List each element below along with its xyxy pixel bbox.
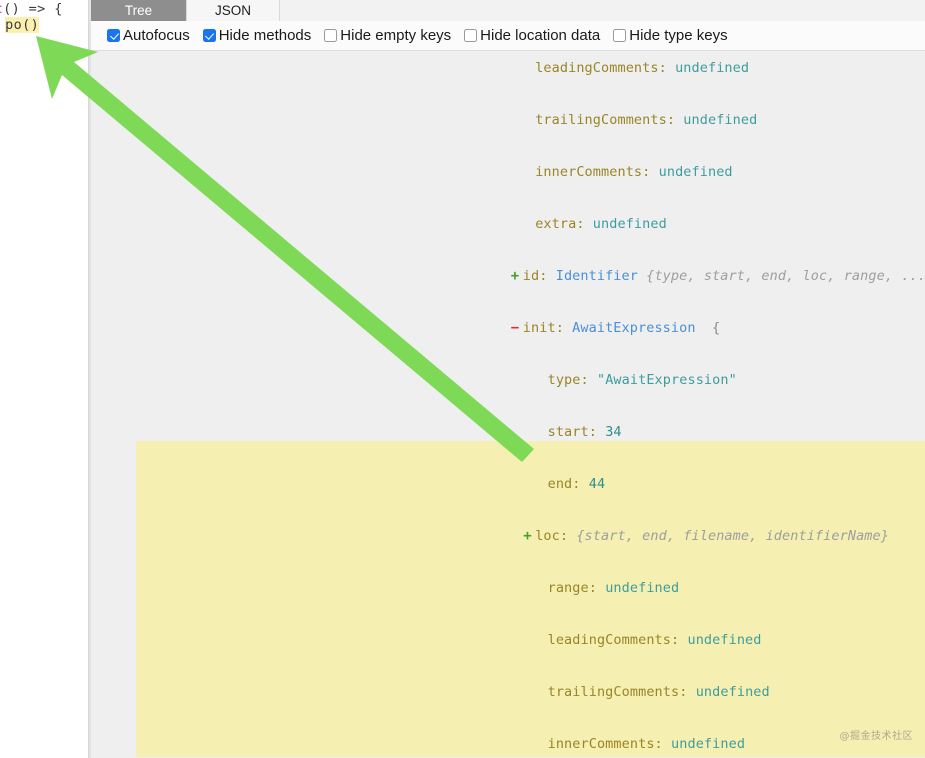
tab-tree[interactable]: Tree xyxy=(91,0,187,21)
ast-node-type-link[interactable]: AwaitExpression xyxy=(572,320,695,336)
ast-row-content: loc: {start, end, filename, identifierNa… xyxy=(535,523,889,549)
ast-node-preview: {type, start, end, loc, range, ... +5} xyxy=(646,268,925,284)
ast-node-key: innerComments: xyxy=(547,736,672,752)
ast-tree-row[interactable]: leadingComments: undefined xyxy=(91,627,925,653)
ast-node-string-value: "AwaitExpression" xyxy=(596,372,737,388)
ast-node-undefined-value: undefined xyxy=(658,164,733,180)
option-hide-methods-label: Hide methods xyxy=(218,27,312,44)
tab-bar: Tree JSON xyxy=(91,0,925,21)
ast-row-content: innerComments: undefined xyxy=(548,731,745,757)
ast-tree-row[interactable]: innerComments: undefined xyxy=(91,159,925,185)
ast-row-content: id: Identifier {type, start, end, loc, r… xyxy=(523,263,925,289)
ast-row-content: leadingComments: undefined xyxy=(535,55,749,81)
ast-row-content: range: undefined xyxy=(548,575,680,601)
option-hide-location-data-label: Hide location data xyxy=(480,27,601,44)
code-line-2: c po() xyxy=(0,17,40,33)
opening-brace: { xyxy=(695,320,721,336)
ast-tree-row[interactable]: end: 44 xyxy=(91,471,925,497)
checkbox-autofocus[interactable] xyxy=(107,29,120,42)
ast-tree-row[interactable]: leadingComments: undefined xyxy=(91,55,925,81)
ast-node-key: trailingComments: xyxy=(535,112,684,128)
ast-row-content: init: AwaitExpression { xyxy=(523,315,720,341)
option-hide-methods[interactable]: Hide methods xyxy=(202,27,312,44)
tab-json[interactable]: JSON xyxy=(187,0,280,21)
checkbox-hide-type-keys[interactable] xyxy=(613,29,627,42)
ast-node-key: init: xyxy=(522,320,573,336)
ast-tree-rows: leadingComments: undefined trailingCommen… xyxy=(91,55,925,757)
ast-tree-row[interactable]: start: 34 xyxy=(91,419,925,445)
checkbox-hide-empty-keys[interactable] xyxy=(324,29,338,42)
ast-node-preview: {start, end, filename, identifierName} xyxy=(576,528,889,544)
ast-node-undefined-value: undefined xyxy=(695,684,770,700)
code-token-arrow: () => { xyxy=(3,1,63,17)
checkbox-hide-methods[interactable] xyxy=(202,29,216,42)
ast-node-key: trailingComments: xyxy=(547,684,696,700)
ast-tree-row[interactable]: + id: Identifier {type, start, end, loc, … xyxy=(91,263,925,289)
option-hide-empty-keys[interactable]: Hide empty keys xyxy=(324,27,451,44)
tab-bar-filler xyxy=(280,0,925,21)
ast-tree-row[interactable]: trailingComments: undefined xyxy=(91,679,925,705)
ast-row-content: extra: undefined xyxy=(535,211,667,237)
option-hide-empty-keys-label: Hide empty keys xyxy=(340,27,452,44)
ast-node-key: end: xyxy=(547,476,589,492)
ast-row-content: trailingComments: undefined xyxy=(548,679,770,705)
option-hide-type-keys-label: Hide type keys xyxy=(629,27,728,44)
ast-node-key: extra: xyxy=(535,216,593,232)
ast-node-undefined-value: undefined xyxy=(683,112,758,128)
ast-row-content: innerComments: undefined xyxy=(535,159,732,185)
code-editor-pane[interactable]: nc() => { c po() xyxy=(0,0,88,758)
ast-node-undefined-value: undefined xyxy=(605,580,680,596)
watermark: @掘金技术社区 xyxy=(839,731,913,742)
ast-node-key: leadingComments: xyxy=(547,632,688,648)
ast-row-content: end: 44 xyxy=(548,471,606,497)
checkbox-hide-location-data[interactable] xyxy=(464,29,478,42)
expand-icon[interactable]: + xyxy=(511,263,520,289)
ast-row-content: trailingComments: undefined xyxy=(535,107,757,133)
options-toolbar: Autofocus Hide methods Hide empty keys H… xyxy=(91,21,925,51)
screen-root: nc() => { c po() Tree JSON Autofocus Hid… xyxy=(0,0,925,758)
ast-node-key: start: xyxy=(547,424,606,440)
option-hide-type-keys[interactable]: Hide type keys xyxy=(613,27,728,44)
ast-tree-row[interactable]: type: "AwaitExpression" xyxy=(91,367,925,393)
ast-tree-row[interactable]: range: undefined xyxy=(91,575,925,601)
ast-inspector-panel: Tree JSON Autofocus Hide methods Hide em… xyxy=(91,0,925,758)
ast-tree[interactable]: leadingComments: undefined trailingCommen… xyxy=(91,51,925,757)
ast-row-content: type: "AwaitExpression" xyxy=(548,367,737,393)
ast-node-key: innerComments: xyxy=(535,164,659,180)
ast-tree-row[interactable]: trailingComments: undefined xyxy=(91,107,925,133)
code-token-selected[interactable]: po() xyxy=(5,17,40,33)
ast-node-undefined-value: undefined xyxy=(687,632,762,648)
ast-node-key: id: xyxy=(522,268,556,284)
option-autofocus-label: Autofocus xyxy=(123,27,190,44)
ast-tree-row[interactable]: + loc: {start, end, filename, identifierN… xyxy=(91,523,925,549)
option-autofocus[interactable]: Autofocus xyxy=(107,27,190,44)
collapse-icon[interactable]: − xyxy=(511,315,520,341)
ast-node-number-value: 44 xyxy=(588,476,606,492)
ast-node-undefined-value: undefined xyxy=(675,60,750,76)
ast-node-key: leadingComments: xyxy=(535,60,676,76)
ast-node-key: range: xyxy=(547,580,606,596)
option-hide-location-data[interactable]: Hide location data xyxy=(464,27,600,44)
ast-node-undefined-value: undefined xyxy=(592,216,667,232)
ast-tree-row[interactable]: − init: AwaitExpression { xyxy=(91,315,925,341)
ast-row-content: leadingComments: undefined xyxy=(548,627,762,653)
code-line-1: nc() => { xyxy=(0,2,63,16)
ast-node-type-link[interactable]: Identifier xyxy=(556,268,638,284)
ast-tree-row[interactable]: extra: undefined xyxy=(91,211,925,237)
expand-icon[interactable]: + xyxy=(523,523,532,549)
ast-node-key: type: xyxy=(547,372,597,388)
ast-node-undefined-value: undefined xyxy=(671,736,746,752)
ast-tree-row[interactable]: innerComments: undefined xyxy=(91,731,925,757)
ast-node-number-value: 34 xyxy=(605,424,622,440)
ast-node-key: loc: xyxy=(535,528,577,544)
ast-row-content: start: 34 xyxy=(548,419,622,445)
